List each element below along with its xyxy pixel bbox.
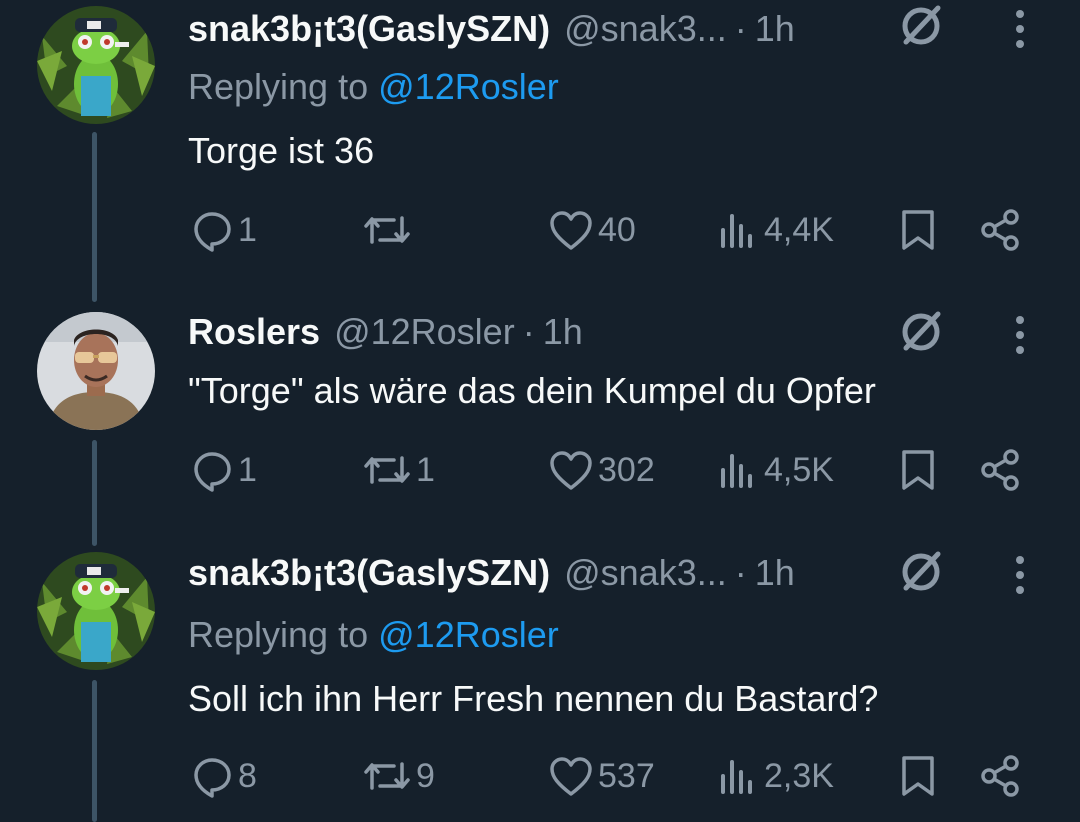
avatar[interactable]	[37, 552, 155, 670]
display-name[interactable]: snak3b¡t3(GaslySZN)	[188, 552, 550, 594]
views-count: 2,3K	[764, 756, 834, 795]
like-button[interactable]: 40	[548, 208, 636, 252]
more-icon[interactable]	[1006, 312, 1034, 358]
share-button[interactable]	[978, 208, 1024, 252]
share-button[interactable]	[978, 448, 1024, 492]
share-icon	[981, 755, 1019, 797]
grok-icon[interactable]	[898, 2, 944, 48]
replying-prefix: Replying to	[188, 66, 369, 107]
timestamp[interactable]: 1h	[755, 8, 795, 50]
timestamp[interactable]: 1h	[543, 311, 583, 353]
views-button[interactable]: 4,4K	[718, 208, 834, 252]
tweet-text: "Torge" als wäre das dein Kumpel du Opfe…	[188, 370, 876, 411]
views-count: 4,5K	[764, 450, 834, 489]
tweet-header: snak3b¡t3(GaslySZN) @snak3... · 1h	[188, 549, 795, 597]
views-count: 4,4K	[764, 210, 834, 249]
views-icon	[721, 214, 752, 248]
bookmark-icon	[902, 210, 934, 250]
tweet-text: Torge ist 36	[188, 130, 375, 171]
like-button[interactable]: 302	[548, 448, 655, 492]
reply-icon	[194, 758, 231, 798]
separator-dot: ·	[522, 311, 535, 352]
like-icon	[550, 211, 592, 250]
retweet-icon	[364, 456, 410, 484]
replying-mention[interactable]: @12Rosler	[378, 614, 559, 655]
like-count: 537	[598, 756, 655, 795]
like-count: 40	[598, 210, 636, 249]
avatar[interactable]	[37, 6, 155, 124]
timestamp[interactable]: 1h	[755, 552, 795, 594]
bookmark-button[interactable]	[898, 208, 938, 252]
reply-count: 1	[238, 210, 257, 249]
reply-count: 8	[238, 756, 257, 795]
user-handle[interactable]: @snak3...	[564, 8, 727, 50]
retweet-count: 9	[416, 756, 435, 795]
like-button[interactable]: 537	[548, 754, 655, 798]
views-button[interactable]: 4,5K	[718, 448, 834, 492]
action-bar: 8 9 537 2,3K	[0, 752, 1080, 800]
like-icon	[550, 757, 592, 796]
replying-to: Replying to @12Rosler	[188, 66, 559, 108]
avatar[interactable]	[37, 312, 155, 430]
retweet-button[interactable]	[362, 208, 416, 252]
user-handle[interactable]: @snak3...	[564, 552, 727, 594]
tweet-text: Soll ich ihn Herr Fresh nennen du Bastar…	[188, 678, 879, 719]
reply-button[interactable]: 1	[190, 208, 257, 252]
share-icon	[981, 209, 1019, 251]
more-icon[interactable]	[1006, 6, 1034, 52]
like-count: 302	[598, 450, 655, 489]
display-name[interactable]: Roslers	[188, 311, 320, 353]
action-bar: 1 40 4,4K	[0, 206, 1080, 254]
bookmark-button[interactable]	[898, 448, 938, 492]
retweet-button[interactable]: 9	[362, 754, 435, 798]
bookmark-icon	[902, 756, 934, 796]
views-icon	[721, 454, 752, 488]
retweet-count: 1	[416, 450, 435, 489]
reply-button[interactable]: 1	[190, 448, 257, 492]
action-bar: 1 1 302 4,5K	[0, 446, 1080, 494]
man-avatar-image	[37, 312, 155, 430]
separator-dot: ·	[734, 552, 747, 593]
like-icon	[550, 451, 592, 490]
retweet-button[interactable]: 1	[362, 448, 435, 492]
share-button[interactable]	[978, 754, 1024, 798]
tweet-header: Roslers @12Rosler · 1h	[188, 308, 583, 356]
more-icon[interactable]	[1006, 552, 1034, 598]
tweet-header: snak3b¡t3(GaslySZN) @snak3... · 1h	[188, 5, 795, 53]
user-handle[interactable]: @12Rosler	[334, 311, 515, 353]
share-icon	[981, 449, 1019, 491]
separator-dot: ·	[734, 8, 747, 49]
retweet-icon	[364, 762, 410, 790]
bookmark-button[interactable]	[898, 754, 938, 798]
views-icon	[721, 760, 752, 794]
bookmark-icon	[902, 450, 934, 490]
reply-icon	[194, 452, 231, 492]
thread-line	[92, 680, 97, 822]
grok-icon[interactable]	[898, 308, 944, 354]
frog-avatar-image	[37, 6, 155, 124]
replying-to: Replying to @12Rosler	[188, 614, 559, 656]
display-name[interactable]: snak3b¡t3(GaslySZN)	[188, 8, 550, 50]
grok-icon[interactable]	[898, 548, 944, 594]
frog-avatar-image	[37, 552, 155, 670]
reply-button[interactable]: 8	[190, 754, 257, 798]
reply-icon	[194, 212, 231, 252]
retweet-icon	[364, 216, 410, 244]
views-button[interactable]: 2,3K	[718, 754, 834, 798]
reply-count: 1	[238, 450, 257, 489]
replying-mention[interactable]: @12Rosler	[378, 66, 559, 107]
replying-prefix: Replying to	[188, 614, 369, 655]
